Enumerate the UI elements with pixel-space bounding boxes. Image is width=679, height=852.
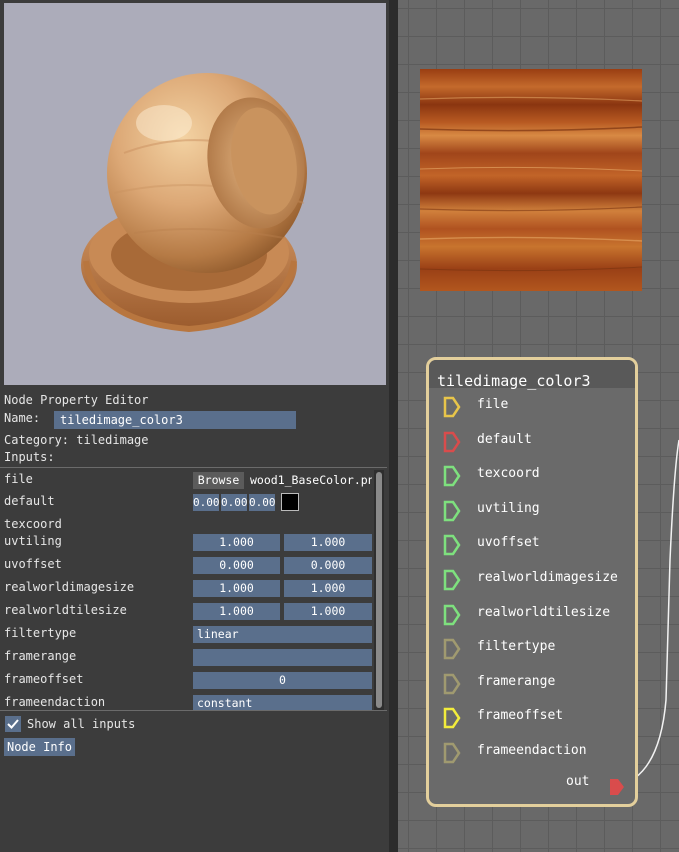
category-label: Category: tiledimage xyxy=(4,433,149,447)
input-label-uvtiling: uvtiling xyxy=(4,534,62,548)
input-pin-icon-realworldimagesize[interactable] xyxy=(443,569,461,591)
show-all-inputs-label: Show all inputs xyxy=(27,717,136,731)
output-pin-icon[interactable] xyxy=(608,776,626,798)
input-label-texcoord: texcoord xyxy=(4,517,62,531)
input-label-default: default xyxy=(4,494,55,508)
frameendaction-select[interactable]: constant xyxy=(193,695,372,710)
input-pin-icon-realworldtilesize[interactable] xyxy=(443,604,461,626)
input-label-framerange: framerange xyxy=(477,673,556,689)
checkmark-icon xyxy=(7,719,19,729)
render-viewport[interactable] xyxy=(4,3,386,385)
property-editor-title: Node Property Editor xyxy=(4,393,149,407)
inputs-label: Inputs: xyxy=(4,450,55,464)
node-info-button[interactable]: Node Info xyxy=(4,738,75,756)
material-preview-sphere xyxy=(81,73,307,333)
realworldimagesize-y-field[interactable]: 1.000 xyxy=(284,580,372,597)
input-label-filtertype: filtertype xyxy=(4,626,77,640)
input-label-filtertype: filtertype xyxy=(477,639,556,655)
frameoffset-field[interactable]: 0 xyxy=(193,672,372,689)
input-label-realworldimagesize: realworldimagesize xyxy=(4,580,135,594)
default-b-field[interactable]: 0.000 xyxy=(249,494,275,511)
input-pin-icon-texcoord[interactable] xyxy=(443,465,461,487)
panel-splitter[interactable] xyxy=(389,0,398,852)
node-property-editor: Node Property Editor Name: tiledimage_co… xyxy=(0,390,389,852)
input-pin-icon-uvtiling[interactable] xyxy=(443,500,461,522)
input-label-realworldimagesize: realworldimagesize xyxy=(477,570,618,585)
input-label-frameendaction: frameendaction xyxy=(477,743,587,758)
realworldimagesize-x-field[interactable]: 1.000 xyxy=(193,580,280,597)
input-pin-icon-framerange[interactable] xyxy=(443,673,461,695)
node-graph-canvas[interactable]: tiledimage_color3 file default texcoord uvt… xyxy=(398,0,679,852)
input-pin-icon-uvoffset[interactable] xyxy=(443,534,461,556)
node-name-input[interactable]: tiledimage_color3 xyxy=(54,411,296,429)
default-color-swatch[interactable] xyxy=(281,493,299,511)
input-label-default: default xyxy=(477,431,532,447)
realworldtilesize-x-field[interactable]: 1.000 xyxy=(193,603,280,620)
scrollbar-thumb[interactable] xyxy=(376,472,382,708)
input-label-frameendaction: frameendaction xyxy=(4,695,106,709)
input-label-realworldtilesize: realworldtilesize xyxy=(477,604,611,620)
uvoffset-x-field[interactable]: 0.000 xyxy=(193,557,280,574)
node-header[interactable]: tiledimage_color3 xyxy=(429,360,635,390)
input-pin-icon-frameoffset[interactable] xyxy=(443,707,461,729)
uvtiling-y-field[interactable]: 1.000 xyxy=(284,534,372,551)
inputs-scrollbar[interactable] xyxy=(374,470,384,710)
file-path-value: wood1_BaseColor.png xyxy=(250,473,372,487)
input-pin-icon-frameendaction[interactable] xyxy=(443,742,461,764)
node-title: tiledimage_color3 xyxy=(437,372,591,390)
uvoffset-y-field[interactable]: 0.000 xyxy=(284,557,372,574)
input-pin-icon-file[interactable] xyxy=(443,396,461,418)
input-label-frameoffset: frameoffset xyxy=(4,672,84,686)
input-label-texcoord: texcoord xyxy=(477,466,540,482)
input-label-uvoffset: uvoffset xyxy=(4,557,62,571)
divider xyxy=(0,710,387,711)
input-label-uvoffset: uvoffset xyxy=(477,535,540,551)
browse-button[interactable]: Browse xyxy=(193,472,244,489)
show-all-inputs-checkbox[interactable] xyxy=(5,716,21,732)
default-g-field[interactable]: 0.000 xyxy=(221,494,247,511)
input-label-uvtiling: uvtiling xyxy=(477,500,540,516)
input-label-file: file xyxy=(4,472,33,486)
input-pin-icon-default[interactable] xyxy=(443,431,461,453)
default-r-field[interactable]: 0.000 xyxy=(193,494,219,511)
divider xyxy=(0,467,387,468)
left-panel: Node Property Editor Name: tiledimage_co… xyxy=(0,0,389,852)
node-tiledimage-color3[interactable]: tiledimage_color3 file default texcoord uvt… xyxy=(426,357,638,807)
uvtiling-x-field[interactable]: 1.000 xyxy=(193,534,280,551)
input-pin-icon-filtertype[interactable] xyxy=(443,638,461,660)
framerange-field[interactable] xyxy=(193,649,372,666)
output-label-out: out xyxy=(566,774,590,789)
input-label-file: file xyxy=(477,397,509,412)
input-label-frameoffset: frameoffset xyxy=(477,708,564,724)
input-label-framerange: framerange xyxy=(4,649,77,663)
name-label: Name: xyxy=(4,411,41,425)
filtertype-select[interactable]: linear xyxy=(193,626,372,643)
realworldtilesize-y-field[interactable]: 1.000 xyxy=(284,603,372,620)
input-label-realworldtilesize: realworldtilesize xyxy=(4,603,127,617)
